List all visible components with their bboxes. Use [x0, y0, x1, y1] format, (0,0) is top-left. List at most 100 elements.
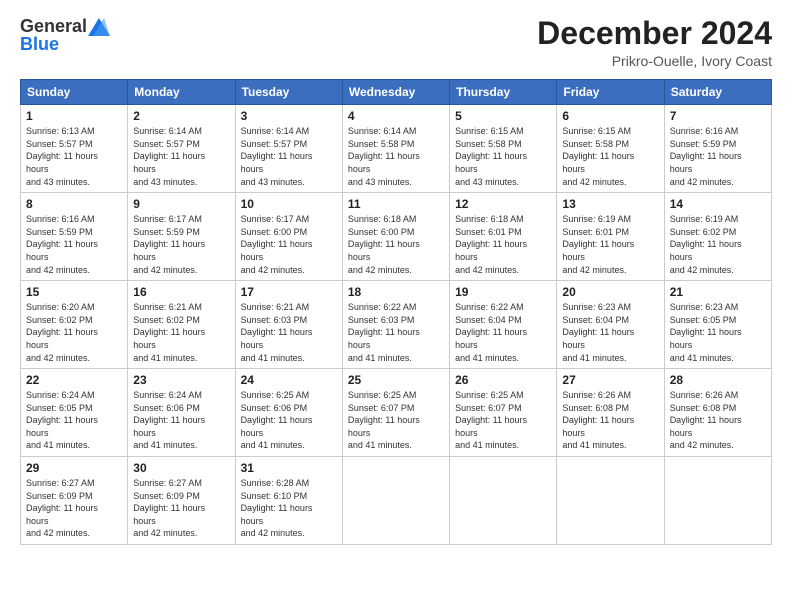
calendar-week-row: 22 Sunrise: 6:24 AMSunset: 6:05 PMDaylig… [21, 369, 772, 457]
day-number: 27 [562, 373, 658, 387]
day-number: 28 [670, 373, 766, 387]
day-number: 23 [133, 373, 229, 387]
day-number: 11 [348, 197, 444, 211]
header: General Blue December 2024 Prikro-Ouelle… [20, 16, 772, 69]
table-row: 22 Sunrise: 6:24 AMSunset: 6:05 PMDaylig… [21, 369, 128, 457]
day-number: 31 [241, 461, 337, 475]
table-row: 28 Sunrise: 6:26 AMSunset: 6:08 PMDaylig… [664, 369, 771, 457]
table-row: 15 Sunrise: 6:20 AMSunset: 6:02 PMDaylig… [21, 281, 128, 369]
table-row: 21 Sunrise: 6:23 AMSunset: 6:05 PMDaylig… [664, 281, 771, 369]
logo: General Blue [20, 16, 110, 55]
table-row: 5 Sunrise: 6:15 AMSunset: 5:58 PMDayligh… [450, 105, 557, 193]
day-number: 3 [241, 109, 337, 123]
page: General Blue December 2024 Prikro-Ouelle… [0, 0, 792, 612]
day-number: 7 [670, 109, 766, 123]
day-number: 8 [26, 197, 122, 211]
location: Prikro-Ouelle, Ivory Coast [537, 53, 772, 69]
day-info: Sunrise: 6:15 AMSunset: 5:58 PMDaylight:… [562, 125, 658, 188]
day-info: Sunrise: 6:20 AMSunset: 6:02 PMDaylight:… [26, 301, 122, 364]
day-number: 10 [241, 197, 337, 211]
calendar-table: Sunday Monday Tuesday Wednesday Thursday… [20, 79, 772, 545]
day-number: 17 [241, 285, 337, 299]
day-info: Sunrise: 6:19 AMSunset: 6:02 PMDaylight:… [670, 213, 766, 276]
day-info: Sunrise: 6:28 AMSunset: 6:10 PMDaylight:… [241, 477, 337, 540]
table-row: 18 Sunrise: 6:22 AMSunset: 6:03 PMDaylig… [342, 281, 449, 369]
day-info: Sunrise: 6:15 AMSunset: 5:58 PMDaylight:… [455, 125, 551, 188]
day-info: Sunrise: 6:21 AMSunset: 6:03 PMDaylight:… [241, 301, 337, 364]
day-info: Sunrise: 6:14 AMSunset: 5:57 PMDaylight:… [241, 125, 337, 188]
calendar-week-row: 29 Sunrise: 6:27 AMSunset: 6:09 PMDaylig… [21, 457, 772, 545]
day-info: Sunrise: 6:17 AMSunset: 5:59 PMDaylight:… [133, 213, 229, 276]
day-info: Sunrise: 6:13 AMSunset: 5:57 PMDaylight:… [26, 125, 122, 188]
day-info: Sunrise: 6:26 AMSunset: 6:08 PMDaylight:… [562, 389, 658, 452]
calendar-week-row: 15 Sunrise: 6:20 AMSunset: 6:02 PMDaylig… [21, 281, 772, 369]
day-info: Sunrise: 6:27 AMSunset: 6:09 PMDaylight:… [26, 477, 122, 540]
table-row: 11 Sunrise: 6:18 AMSunset: 6:00 PMDaylig… [342, 193, 449, 281]
table-row: 29 Sunrise: 6:27 AMSunset: 6:09 PMDaylig… [21, 457, 128, 545]
table-row: 9 Sunrise: 6:17 AMSunset: 5:59 PMDayligh… [128, 193, 235, 281]
day-info: Sunrise: 6:25 AMSunset: 6:06 PMDaylight:… [241, 389, 337, 452]
table-row: 14 Sunrise: 6:19 AMSunset: 6:02 PMDaylig… [664, 193, 771, 281]
table-row: 12 Sunrise: 6:18 AMSunset: 6:01 PMDaylig… [450, 193, 557, 281]
calendar-week-row: 8 Sunrise: 6:16 AMSunset: 5:59 PMDayligh… [21, 193, 772, 281]
day-number: 26 [455, 373, 551, 387]
month-title: December 2024 [537, 16, 772, 51]
day-number: 21 [670, 285, 766, 299]
table-row: 10 Sunrise: 6:17 AMSunset: 6:00 PMDaylig… [235, 193, 342, 281]
day-info: Sunrise: 6:25 AMSunset: 6:07 PMDaylight:… [455, 389, 551, 452]
day-number: 18 [348, 285, 444, 299]
table-row: 16 Sunrise: 6:21 AMSunset: 6:02 PMDaylig… [128, 281, 235, 369]
table-row: 7 Sunrise: 6:16 AMSunset: 5:59 PMDayligh… [664, 105, 771, 193]
table-row: 3 Sunrise: 6:14 AMSunset: 5:57 PMDayligh… [235, 105, 342, 193]
day-number: 20 [562, 285, 658, 299]
day-info: Sunrise: 6:16 AMSunset: 5:59 PMDaylight:… [670, 125, 766, 188]
day-number: 25 [348, 373, 444, 387]
day-info: Sunrise: 6:22 AMSunset: 6:04 PMDaylight:… [455, 301, 551, 364]
logo-icon [88, 18, 110, 36]
col-wednesday: Wednesday [342, 80, 449, 105]
table-row [664, 457, 771, 545]
day-number: 29 [26, 461, 122, 475]
table-row: 25 Sunrise: 6:25 AMSunset: 6:07 PMDaylig… [342, 369, 449, 457]
table-row: 4 Sunrise: 6:14 AMSunset: 5:58 PMDayligh… [342, 105, 449, 193]
table-row: 13 Sunrise: 6:19 AMSunset: 6:01 PMDaylig… [557, 193, 664, 281]
day-number: 14 [670, 197, 766, 211]
table-row [450, 457, 557, 545]
day-info: Sunrise: 6:24 AMSunset: 6:06 PMDaylight:… [133, 389, 229, 452]
day-info: Sunrise: 6:21 AMSunset: 6:02 PMDaylight:… [133, 301, 229, 364]
day-number: 6 [562, 109, 658, 123]
col-thursday: Thursday [450, 80, 557, 105]
day-info: Sunrise: 6:22 AMSunset: 6:03 PMDaylight:… [348, 301, 444, 364]
logo-blue: Blue [20, 34, 59, 55]
calendar-header-row: Sunday Monday Tuesday Wednesday Thursday… [21, 80, 772, 105]
table-row: 31 Sunrise: 6:28 AMSunset: 6:10 PMDaylig… [235, 457, 342, 545]
calendar-week-row: 1 Sunrise: 6:13 AMSunset: 5:57 PMDayligh… [21, 105, 772, 193]
day-info: Sunrise: 6:23 AMSunset: 6:05 PMDaylight:… [670, 301, 766, 364]
day-number: 22 [26, 373, 122, 387]
day-info: Sunrise: 6:14 AMSunset: 5:57 PMDaylight:… [133, 125, 229, 188]
day-number: 5 [455, 109, 551, 123]
day-number: 1 [26, 109, 122, 123]
title-block: December 2024 Prikro-Ouelle, Ivory Coast [537, 16, 772, 69]
day-info: Sunrise: 6:25 AMSunset: 6:07 PMDaylight:… [348, 389, 444, 452]
table-row: 23 Sunrise: 6:24 AMSunset: 6:06 PMDaylig… [128, 369, 235, 457]
day-number: 16 [133, 285, 229, 299]
table-row: 6 Sunrise: 6:15 AMSunset: 5:58 PMDayligh… [557, 105, 664, 193]
table-row: 20 Sunrise: 6:23 AMSunset: 6:04 PMDaylig… [557, 281, 664, 369]
day-info: Sunrise: 6:18 AMSunset: 6:00 PMDaylight:… [348, 213, 444, 276]
table-row: 30 Sunrise: 6:27 AMSunset: 6:09 PMDaylig… [128, 457, 235, 545]
day-info: Sunrise: 6:24 AMSunset: 6:05 PMDaylight:… [26, 389, 122, 452]
table-row: 26 Sunrise: 6:25 AMSunset: 6:07 PMDaylig… [450, 369, 557, 457]
table-row: 1 Sunrise: 6:13 AMSunset: 5:57 PMDayligh… [21, 105, 128, 193]
table-row: 2 Sunrise: 6:14 AMSunset: 5:57 PMDayligh… [128, 105, 235, 193]
day-number: 12 [455, 197, 551, 211]
table-row [342, 457, 449, 545]
col-saturday: Saturday [664, 80, 771, 105]
day-number: 9 [133, 197, 229, 211]
table-row [557, 457, 664, 545]
day-number: 4 [348, 109, 444, 123]
day-number: 19 [455, 285, 551, 299]
day-number: 15 [26, 285, 122, 299]
col-sunday: Sunday [21, 80, 128, 105]
col-friday: Friday [557, 80, 664, 105]
